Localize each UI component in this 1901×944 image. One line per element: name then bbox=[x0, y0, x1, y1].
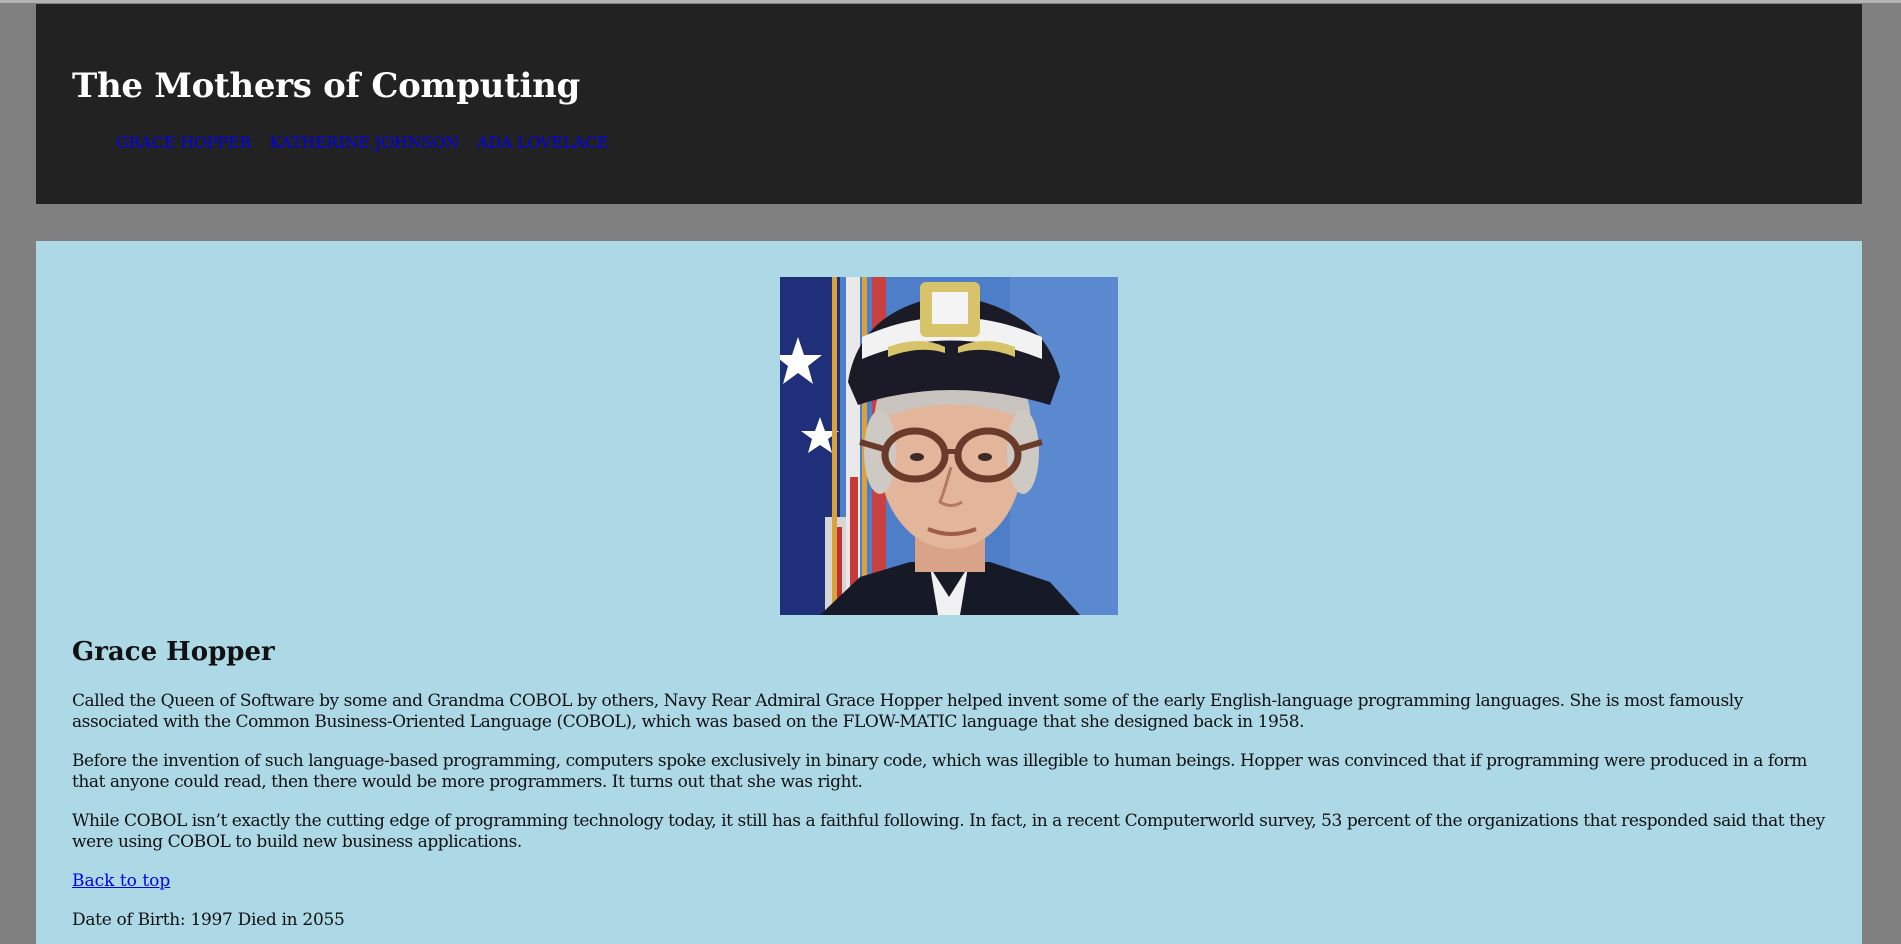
profile-name-heading: Grace Hopper bbox=[72, 637, 275, 667]
profile-section: Grace Hopper Called the Queen of Softwar… bbox=[36, 241, 1862, 944]
back-to-top-link[interactable]: Back to top bbox=[72, 871, 170, 891]
bio-paragraph: Before the invention of such language-ba… bbox=[72, 751, 1807, 792]
site-header: The Mothers of Computing GRACE HOPPER KA… bbox=[36, 4, 1862, 204]
life-dates: Date of Birth: 1997 Died in 2055 bbox=[72, 910, 345, 930]
nav-link-grace-hopper[interactable]: GRACE HOPPER bbox=[116, 133, 252, 152]
bio-paragraph: While COBOL isn’t exactly the cutting ed… bbox=[72, 811, 1825, 852]
nav-link-katherine-johnson[interactable]: KATHERINE JOHNSON bbox=[269, 133, 459, 152]
main-nav: GRACE HOPPER KATHERINE JOHNSON ADA LOVEL… bbox=[116, 133, 609, 152]
grace-hopper-portrait bbox=[780, 277, 1118, 615]
nav-link-ada-lovelace[interactable]: ADA LOVELACE bbox=[477, 133, 609, 152]
bio-paragraph: Called the Queen of Software by some and… bbox=[72, 691, 1743, 732]
site-title: The Mothers of Computing bbox=[72, 66, 581, 106]
window-top-border bbox=[0, 0, 1901, 3]
